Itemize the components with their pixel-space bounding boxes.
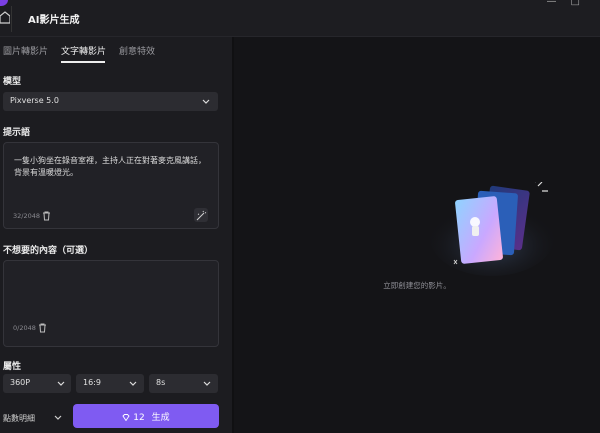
chevron-down-icon: [129, 381, 137, 386]
prompt-text: 一隻小狗坐在錄音室裡，主持人正在對著麥克風講話，背景有溫暖燈光。: [14, 156, 206, 177]
mode-tabs: 圖片轉影片 文字轉影片 創意特效: [0, 37, 232, 65]
trash-icon[interactable]: [42, 211, 51, 221]
prompt-textarea[interactable]: 一隻小狗坐在錄音室裡，主持人正在對著麥克風講話，背景有溫暖燈光。 32/2048: [3, 142, 219, 229]
aspect-ratio-value: 16:9: [83, 378, 101, 387]
model-value: Pixverse 5.0: [10, 96, 59, 105]
credit-details-label: 點數明細: [3, 414, 35, 423]
prompt-char-count: 32/2048: [13, 212, 41, 220]
negative-char-count: 0/2048: [13, 324, 36, 332]
generate-button[interactable]: 12 生成: [73, 404, 219, 428]
home-icon[interactable]: [0, 10, 10, 24]
tab-creative-effects[interactable]: 創意特效: [119, 44, 155, 57]
negative-prompt-label: 不想要的內容（可選）: [3, 246, 94, 256]
title-bar: AI影片生成 —□: [0, 0, 600, 37]
settings-panel: 圖片轉影片 文字轉影片 創意特效 模型 Pixverse 5.0 提示語 一隻小…: [0, 37, 232, 433]
chevron-down-icon: [202, 99, 210, 104]
credit-cost: 12: [133, 413, 145, 423]
app-logo: [0, 0, 8, 6]
empty-state-illustration: [430, 182, 554, 276]
chevron-down-icon: [203, 381, 211, 386]
magic-wand-icon[interactable]: [194, 208, 208, 222]
model-select[interactable]: Pixverse 5.0: [3, 92, 218, 111]
settings-label: 屬性: [3, 362, 22, 372]
duration-value: 8s: [156, 378, 166, 387]
chevron-down-icon: [57, 381, 65, 386]
empty-state-message: 立即創建您的影片。: [383, 281, 451, 290]
active-tab-indicator: [61, 61, 105, 63]
app-title: AI影片生成: [28, 15, 80, 26]
chevron-down-icon: [54, 415, 62, 420]
model-label: 模型: [3, 77, 22, 87]
prompt-label: 提示語: [3, 128, 31, 138]
negative-prompt-textarea[interactable]: 0/2048: [3, 260, 219, 347]
title-separator: [11, 6, 12, 32]
tab-text-to-video[interactable]: 文字轉影片: [61, 44, 106, 57]
trash-icon[interactable]: [38, 323, 47, 333]
tab-image-to-video[interactable]: 圖片轉影片: [3, 44, 48, 57]
resolution-select[interactable]: 360P: [3, 374, 71, 393]
generate-label: 生成: [151, 413, 170, 423]
diamond-icon: [122, 414, 130, 422]
window-controls[interactable]: —□: [547, 0, 594, 7]
duration-select[interactable]: 8s: [149, 374, 218, 393]
resolution-value: 360P: [10, 378, 31, 387]
preview-area: 立即創建您的影片。: [234, 37, 600, 433]
aspect-ratio-select[interactable]: 16:9: [76, 374, 144, 393]
credit-details-toggle[interactable]: 點數明細: [3, 413, 62, 424]
